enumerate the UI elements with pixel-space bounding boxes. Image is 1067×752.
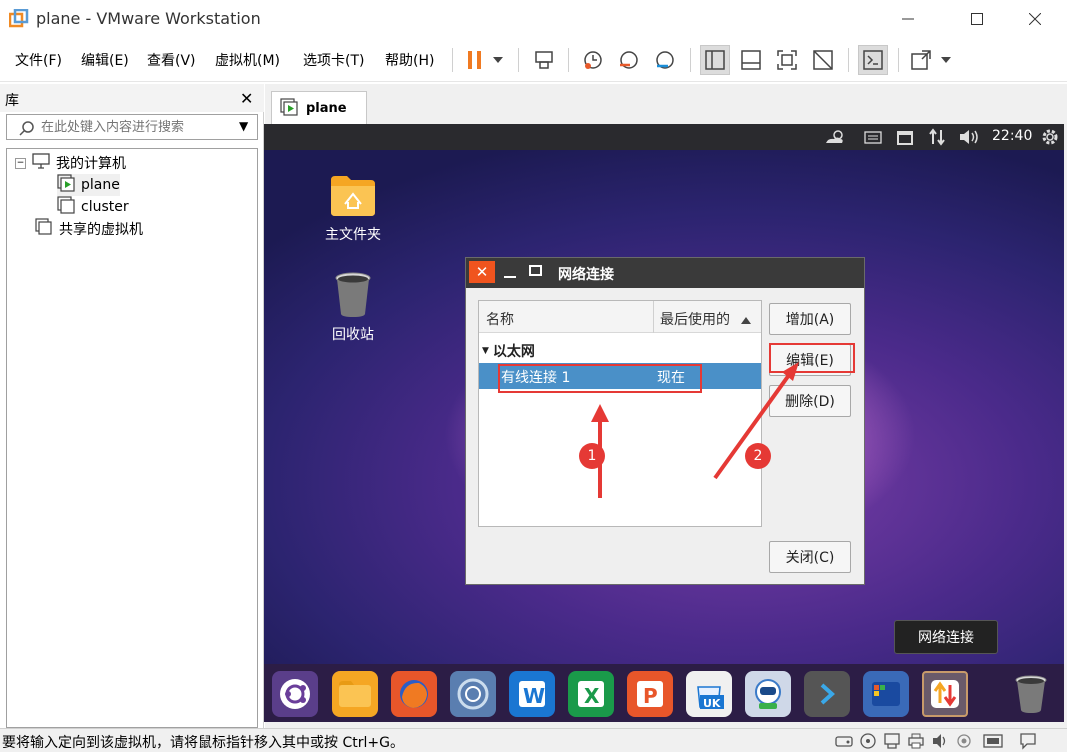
toolbar-separator [568,48,569,72]
vm-icon [57,196,75,218]
guest-desktop[interactable]: 22:40 主文件夹 回收站 ✕ 网络连接 名称 最后使用的 ▼ 以太网 有线连… [264,124,1064,722]
title-bar: plane - VMware Workstation [0,0,1067,38]
toolbar-separator [452,48,453,72]
stretch-dropdown-chevron-icon[interactable] [934,45,958,75]
guest-dock: W X P UK [264,664,1064,722]
software-store-icon[interactable]: UK [686,671,732,717]
revert-snapshot-icon[interactable] [614,45,644,75]
tree-item-plane[interactable]: plane [57,174,120,196]
power-dropdown-chevron-icon[interactable] [486,45,510,75]
network-adapter-icon[interactable] [883,732,901,752]
show-library-icon[interactable] [700,45,730,75]
close-window-button[interactable] [1012,0,1058,38]
tab-plane[interactable]: plane [271,91,367,125]
tree-item-label: 我的计算机 [56,156,126,172]
display-icon[interactable] [983,732,1003,752]
tree-item-label: 共享的虚拟机 [59,222,143,238]
menu-tabs[interactable]: 选项卡(T) [303,50,364,70]
library-search-box[interactable]: ▼ [6,114,258,140]
tree-item-my-computer[interactable]: − 我的计算机 [15,152,126,174]
toolbar-separator [898,48,899,72]
firefox-icon[interactable] [391,671,437,717]
thumbnail-bar-icon[interactable] [736,45,766,75]
message-log-icon[interactable] [1019,732,1037,752]
menu-edit[interactable]: 编辑(E) [81,50,129,70]
search-dropdown-chevron-icon[interactable]: ▼ [239,119,248,133]
cd-drive-icon[interactable] [859,732,877,752]
dock-trash-icon[interactable] [1008,671,1054,717]
svg-text:W: W [523,684,545,708]
tree-item-label: cluster [81,199,129,215]
send-ctrl-alt-del-icon[interactable] [529,45,559,75]
hard-disk-icon[interactable] [835,732,853,752]
toolbar-separator [690,48,691,72]
toolbar-separator [848,48,849,72]
svg-text:X: X [584,684,600,708]
wps-spreadsheet-icon[interactable]: X [568,671,614,717]
svg-text:P: P [643,684,658,708]
wps-presentation-icon[interactable]: P [627,671,673,717]
tree-item-label: plane [81,177,120,193]
network-manager-icon[interactable] [922,671,968,717]
vmware-app-icon [8,8,29,29]
library-panel: 库 ✕ ▼ − 我的计算机 plane cluster [0,84,264,728]
workspace-switcher-icon[interactable] [863,671,909,717]
unity-mode-icon[interactable] [808,45,838,75]
shared-vms-icon [35,218,53,240]
vm-running-icon [57,174,75,196]
annotation-badge-2: 2 [745,443,771,469]
stretch-guest-icon[interactable] [906,45,936,75]
vm-running-icon [280,97,298,120]
ubuntu-kylin-icon[interactable] [272,671,318,717]
wps-writer-icon[interactable]: W [509,671,555,717]
menu-file[interactable]: 文件(F) [15,50,62,70]
sound-card-icon[interactable] [931,732,949,752]
tree-item-shared-vms[interactable]: 共享的虚拟机 [35,218,143,240]
browser-icon[interactable] [450,671,496,717]
collapse-icon[interactable]: − [15,157,26,169]
library-search-input[interactable] [41,118,231,136]
maximize-button[interactable] [954,0,1000,38]
status-text: 要将输入定向到该虚拟机，请将鼠标指针移入其中或按 Ctrl+G。 [2,735,404,751]
svg-text:UK: UK [703,697,721,710]
annotation-badge-1: 1 [579,443,605,469]
library-tree: − 我的计算机 plane cluster 共享的虚拟机 [6,148,258,728]
snapshot-manager-icon[interactable] [650,45,680,75]
tab-label: plane [306,101,347,116]
computer-icon [32,153,50,173]
terminal-chevron-icon[interactable] [804,671,850,717]
snapshot-icon[interactable] [578,45,608,75]
toolbar-separator [518,48,519,72]
usb-device-icon[interactable] [955,732,973,752]
menu-view[interactable]: 查看(V) [147,50,196,70]
menu-vm[interactable]: 虚拟机(M) [215,50,280,70]
window-title: plane - VMware Workstation [36,9,261,28]
network-tooltip: 网络连接 [894,620,998,654]
menu-bar: 文件(F) 编辑(E) 查看(V) 虚拟机(M) 选项卡(T) 帮助(H) [0,38,1067,82]
minimize-button[interactable] [885,0,931,38]
library-title: 库 [5,93,19,109]
tree-item-cluster[interactable]: cluster [57,196,129,218]
search-icon [19,120,35,140]
files-icon[interactable] [332,671,378,717]
menu-help[interactable]: 帮助(H) [385,50,434,70]
library-header: 库 ✕ [0,84,264,112]
close-library-icon[interactable]: ✕ [240,89,253,108]
status-bar: 要将输入定向到该虚拟机，请将鼠标指针移入其中或按 Ctrl+G。 [0,728,1067,752]
console-view-icon[interactable] [858,45,888,75]
full-screen-icon[interactable] [772,45,802,75]
robot-assistant-icon[interactable] [745,671,791,717]
printer-icon[interactable] [907,732,925,752]
